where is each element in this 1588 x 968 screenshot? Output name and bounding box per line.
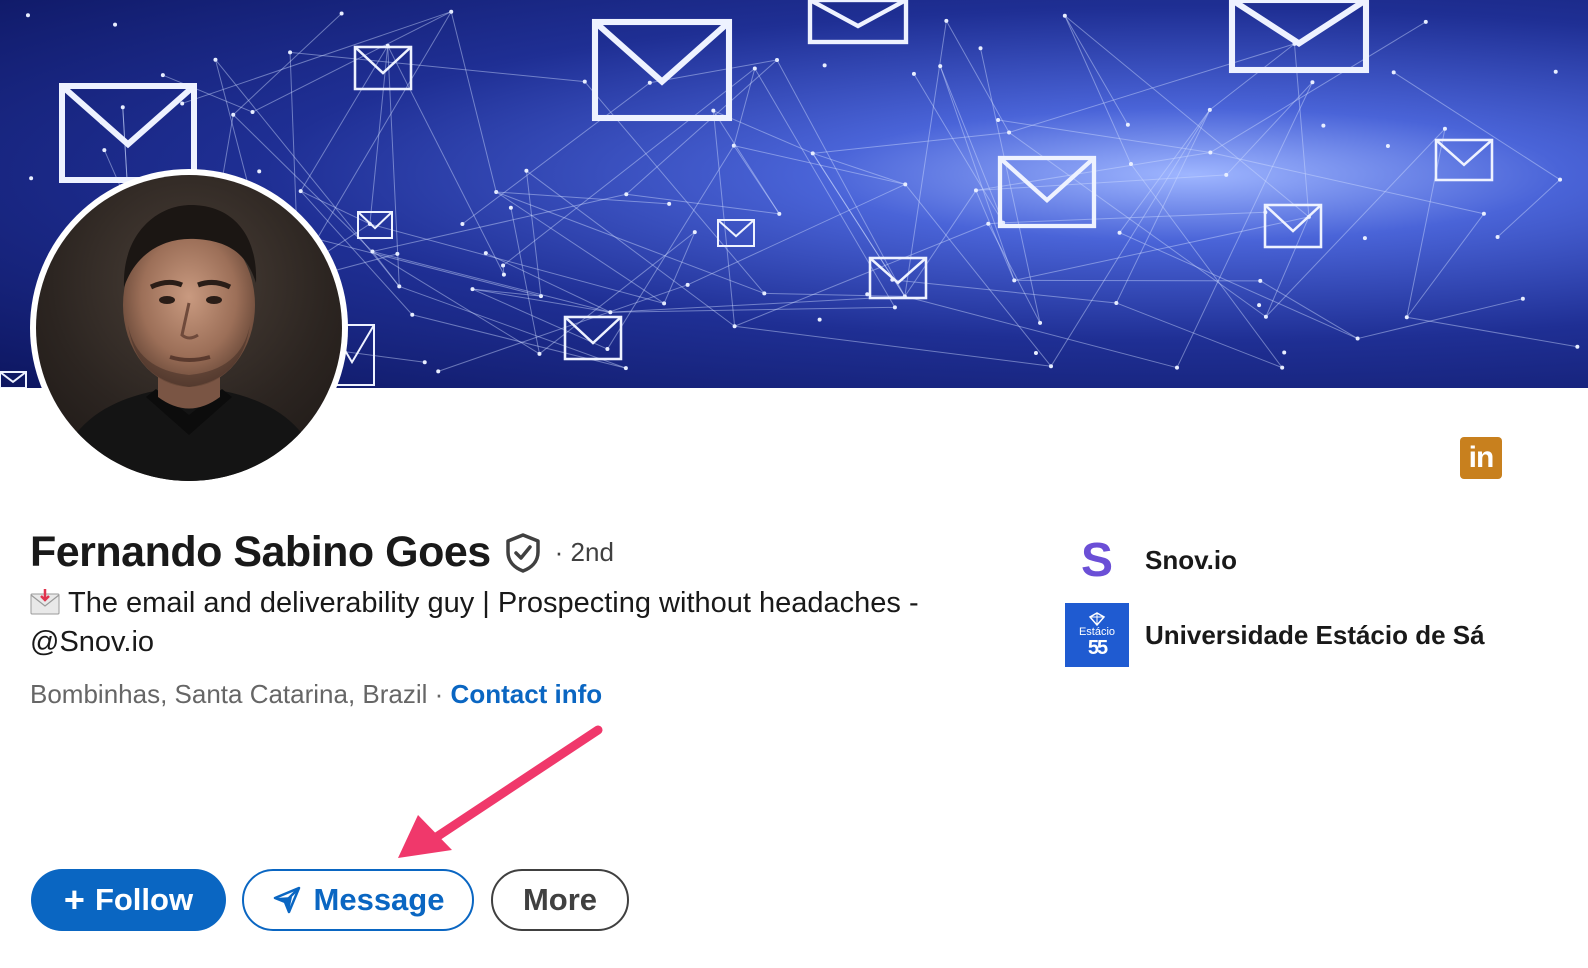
estacio-logo-number: 55 (1087, 637, 1108, 659)
profile-name: Fernando Sabino Goes (30, 528, 491, 576)
envelope-icon (1263, 203, 1323, 249)
envelope-icon (997, 155, 1097, 229)
connection-degree: · 2nd (554, 537, 614, 567)
location-separator: · (427, 679, 451, 709)
avatar-photo (36, 175, 342, 481)
profile-location: Bombinhas, Santa Catarina, Brazil (30, 679, 428, 709)
org-name: Snov.io (1145, 544, 1237, 575)
linkedin-icon[interactable]: in (1460, 437, 1502, 479)
envelope-icon (1228, 0, 1370, 74)
estacio-logo: Estácio 55 (1065, 603, 1129, 667)
envelope-icon (1434, 138, 1494, 182)
contact-info-link[interactable]: Contact info (451, 679, 603, 709)
message-label: Message (313, 882, 445, 917)
org-snov[interactable]: S Snov.io (1065, 528, 1237, 592)
verified-shield-icon[interactable] (505, 532, 541, 573)
org-estacio[interactable]: Estácio 55 Universidade Estácio de Sá (1065, 603, 1485, 667)
person-portrait (56, 205, 322, 481)
envelope-icon (563, 315, 623, 361)
envelope-emoji-icon (30, 589, 60, 615)
follow-button[interactable]: + Follow (31, 869, 226, 931)
envelope-icon (591, 18, 733, 122)
org-name: Universidade Estácio de Sá (1145, 619, 1485, 650)
paper-plane-icon (273, 886, 300, 914)
snov-logo: S (1065, 528, 1129, 592)
profile-avatar[interactable] (30, 169, 348, 487)
more-label: More (522, 882, 598, 917)
more-button[interactable]: More (491, 869, 629, 931)
plus-icon: + (63, 879, 85, 920)
profile-page: in Fernando Sabino Goes · 2nd The email … (0, 0, 1588, 968)
name-row: Fernando Sabino Goes · 2nd (30, 528, 614, 577)
profile-headline: The email and deliverability guy | Prosp… (30, 584, 1020, 662)
snov-logo-letter: S (1080, 533, 1113, 587)
estacio-emblem-icon (1088, 612, 1106, 626)
envelope-icon (717, 219, 755, 247)
headline-text: The email and deliverability guy | Prosp… (30, 587, 919, 658)
follow-label: Follow (94, 882, 194, 917)
message-button[interactable]: Message (242, 869, 474, 931)
envelope-icon (807, 0, 909, 45)
location-row: Bombinhas, Santa Catarina, Brazil · Cont… (30, 679, 602, 710)
envelope-icon (59, 83, 197, 183)
envelope-icon (0, 371, 27, 388)
